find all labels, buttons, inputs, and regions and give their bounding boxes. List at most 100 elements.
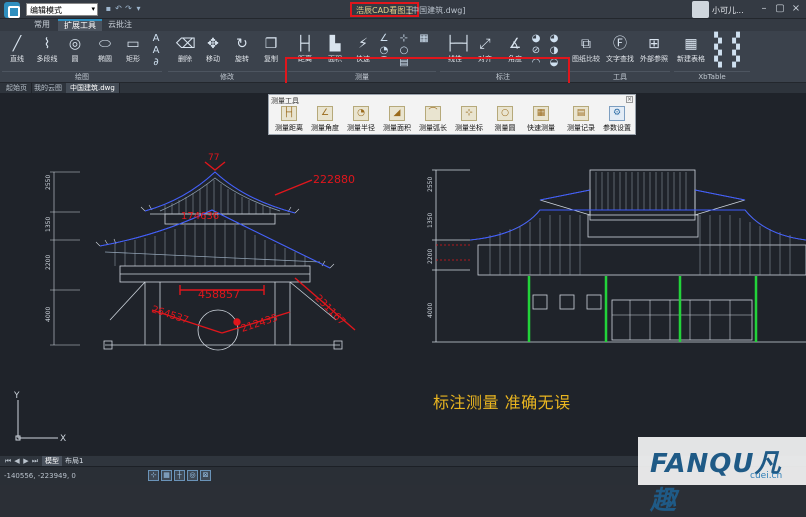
osnap-icon[interactable]: ⊠: [200, 470, 211, 481]
measure-coord-tool[interactable]: ⊹ 测量坐标: [451, 105, 487, 135]
measure-angle-icon[interactable]: ∠: [378, 33, 390, 45]
measure-label-264537: 264537: [150, 304, 190, 326]
close-icon[interactable]: ×: [626, 96, 633, 103]
doc-tab-start[interactable]: 起始页: [2, 83, 32, 93]
quick-measure-label: 快速测量: [527, 124, 555, 132]
ellipse-label: 椭圆: [98, 55, 112, 63]
undo-icon[interactable]: ↶: [114, 4, 123, 13]
table-split-icon[interactable]: ▞: [730, 57, 742, 69]
mode-select[interactable]: 编辑模式 ▾: [26, 3, 98, 16]
circle-icon: ○: [497, 106, 513, 121]
measure-coord-icon[interactable]: ⊹: [398, 33, 410, 45]
document-tabs: 起始页 我的云图 中国建筑.dwg: [0, 83, 806, 93]
file-title: [中国建筑.dwg]: [408, 6, 466, 15]
xref-button[interactable]: ⊞ 外部参照: [638, 32, 670, 66]
copy-label: 复制: [264, 55, 278, 63]
text-icon[interactable]: A: [150, 33, 162, 45]
measure-angle-tool[interactable]: ∠ 测量角度: [307, 105, 343, 135]
close-icon[interactable]: ×: [790, 3, 802, 15]
radius-dim-icon[interactable]: ◕: [530, 33, 542, 45]
ellipse-icon: ⬭: [99, 36, 111, 52]
polar-icon[interactable]: ◎: [187, 470, 198, 481]
app-logo-icon[interactable]: [4, 2, 20, 18]
move-button[interactable]: ✥ 移动: [198, 32, 228, 66]
first-tab-icon[interactable]: ⏮: [4, 457, 12, 466]
snap-icon[interactable]: ⊹: [148, 470, 159, 481]
maximize-icon[interactable]: ▢: [774, 3, 786, 15]
watermark-domain: cuei.cn: [750, 471, 783, 481]
measure-label-231167: 231167: [312, 293, 347, 328]
quick-measure-tool[interactable]: ▦ 快速测量: [523, 105, 559, 135]
line-button[interactable]: ╱ 直线: [2, 32, 32, 66]
quick-measure-icon: ⚡: [358, 36, 368, 52]
minimize-icon[interactable]: –: [758, 3, 770, 15]
table-merge-icon[interactable]: ▞: [730, 45, 742, 57]
rotate-icon: ↻: [236, 36, 248, 52]
new-table-button[interactable]: ▦ 新建表格: [674, 32, 708, 66]
measure-area-tool[interactable]: ◢ 测量面积: [379, 105, 415, 135]
tab-common[interactable]: 常用: [28, 19, 56, 31]
copy-button[interactable]: ❐ 复制: [256, 32, 286, 66]
xref-icon: ⊞: [648, 36, 660, 52]
find-text-icon: Ⓕ: [613, 36, 627, 52]
measure-arc-tool[interactable]: ⌒ 测量弧长: [415, 105, 451, 135]
measure-radius-tool[interactable]: ◔ 测量半径: [343, 105, 379, 135]
drawing-canvas[interactable]: 77 222880 174636 458857 231167 264537 21…: [0, 93, 806, 455]
right-building: [432, 169, 806, 343]
param-settings-tool[interactable]: ⚙ 参数设置: [599, 105, 635, 135]
ortho-icon[interactable]: ┼: [174, 470, 185, 481]
distance-icon: ├┤: [296, 36, 314, 52]
mtext-icon[interactable]: A: [150, 45, 162, 57]
doc-tab-drawing[interactable]: 中国建筑.dwg: [66, 83, 120, 93]
measure-distance-label: 测量距离: [275, 124, 303, 132]
polyline-button[interactable]: ⌇ 多段线: [32, 32, 62, 66]
prev-tab-icon[interactable]: ◀: [13, 457, 21, 466]
find-text-label: 文字查找: [606, 55, 634, 63]
measure-radius-icon[interactable]: ◔: [378, 45, 390, 57]
next-tab-icon[interactable]: ▶: [22, 457, 30, 466]
circle-label: 圆: [71, 55, 79, 63]
compare-label: 图纸比较: [572, 55, 600, 63]
ordinate-dim-icon[interactable]: ◑: [548, 45, 560, 57]
ellipse-button[interactable]: ⬭ 椭圆: [90, 32, 120, 66]
tab-extended-tools[interactable]: 扩展工具: [58, 19, 102, 31]
delete-button[interactable]: ⌫ 删除: [170, 32, 200, 66]
coord-icon: ⊹: [461, 106, 477, 121]
diameter-dim-icon[interactable]: ⊘: [530, 45, 542, 57]
table-icon: ▦: [684, 36, 698, 52]
table-edit-icon[interactable]: ▚: [712, 45, 724, 57]
save-icon[interactable]: ▪: [104, 4, 113, 13]
measure-circle-tool[interactable]: ○ 测量圆: [487, 105, 523, 135]
angle-dim-icon: ∡: [508, 36, 522, 52]
mode-select-label: 编辑模式: [30, 6, 62, 15]
param-settings-label: 参数设置: [603, 124, 631, 132]
measure-circle-icon[interactable]: ○: [398, 45, 410, 57]
doc-tab-cloud[interactable]: 我的云图: [30, 83, 67, 93]
table-insert-icon[interactable]: ▚: [712, 33, 724, 45]
circle-button[interactable]: ◎ 圆: [60, 32, 90, 66]
rotate-button[interactable]: ↻ 旋转: [227, 32, 257, 66]
table-import-icon[interactable]: ▞: [730, 33, 742, 45]
rectangle-button[interactable]: ▭ 矩形: [118, 32, 148, 66]
measure-record-tool[interactable]: ▤ 测量记录: [563, 105, 599, 135]
redo-icon[interactable]: ↷: [124, 4, 133, 13]
rectangle-icon: ▭: [126, 36, 140, 52]
compare-drawings-button[interactable]: ⧉ 图纸比较: [570, 32, 602, 66]
user-name[interactable]: 小可儿...: [712, 5, 744, 16]
right-dim-0: 2550: [427, 177, 434, 192]
dropdown-icon[interactable]: ▾: [134, 4, 143, 13]
measure-distance-tool[interactable]: ├┤ 测量距离: [271, 105, 307, 135]
tab-cloud-annotation[interactable]: 云批注: [102, 19, 138, 31]
table-export-icon[interactable]: ▚: [712, 57, 724, 69]
avatar[interactable]: [692, 1, 709, 18]
last-tab-icon[interactable]: ⏭: [31, 457, 39, 466]
arc-icon: ⌒: [425, 106, 441, 121]
measure-settings-icon[interactable]: ▦: [418, 33, 430, 45]
polyline-icon: ⌇: [43, 36, 51, 52]
find-text-button[interactable]: Ⓕ 文字查找: [604, 32, 636, 66]
leader-icon[interactable]: ◕: [548, 33, 560, 45]
record-icon: ▤: [573, 106, 589, 121]
grid-icon[interactable]: ▦: [161, 470, 172, 481]
hatch-icon[interactable]: ∂: [150, 57, 162, 69]
right-dim-2: 2200: [427, 249, 434, 264]
